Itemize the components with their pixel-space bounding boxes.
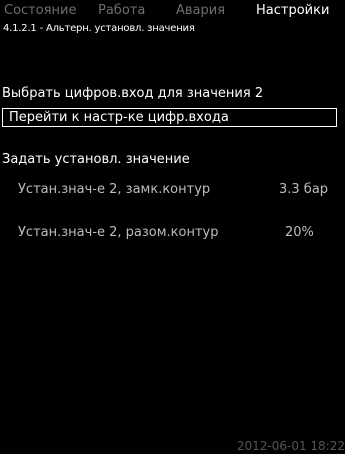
digital-input-settings-link[interactable]: Перейти к настр-ке цифр.входа (2, 108, 337, 127)
setpoint-closed-loop-label[interactable]: Устан.знач-е 2, замк.контур (18, 182, 210, 197)
digital-input-settings-link-label: Перейти к настр-ке цифр.входа (9, 110, 229, 125)
tab-alarm[interactable]: Авария (176, 3, 225, 19)
digital-input-heading: Выбрать цифров.вход для значения 2 (2, 86, 264, 101)
setpoint-heading: Задать установл. значение (2, 152, 190, 167)
tab-operation[interactable]: Работа (98, 3, 145, 19)
status-datetime: 2012-06-01 18:22 (236, 439, 345, 453)
setpoint-open-loop-label[interactable]: Устан.знач-е 2, разом.контур (18, 225, 219, 240)
setpoint-open-loop-value[interactable]: 20% (285, 225, 314, 240)
breadcrumb: 4.1.2.1 - Альтерн. установл. значения (3, 23, 195, 34)
tab-settings[interactable]: Настройки (256, 3, 329, 19)
setpoint-closed-loop-value[interactable]: 3.3 бар (279, 182, 328, 197)
tab-status[interactable]: Состояние (4, 3, 76, 19)
tab-bar: Состояние Работа Авария Настройки (0, 0, 345, 21)
